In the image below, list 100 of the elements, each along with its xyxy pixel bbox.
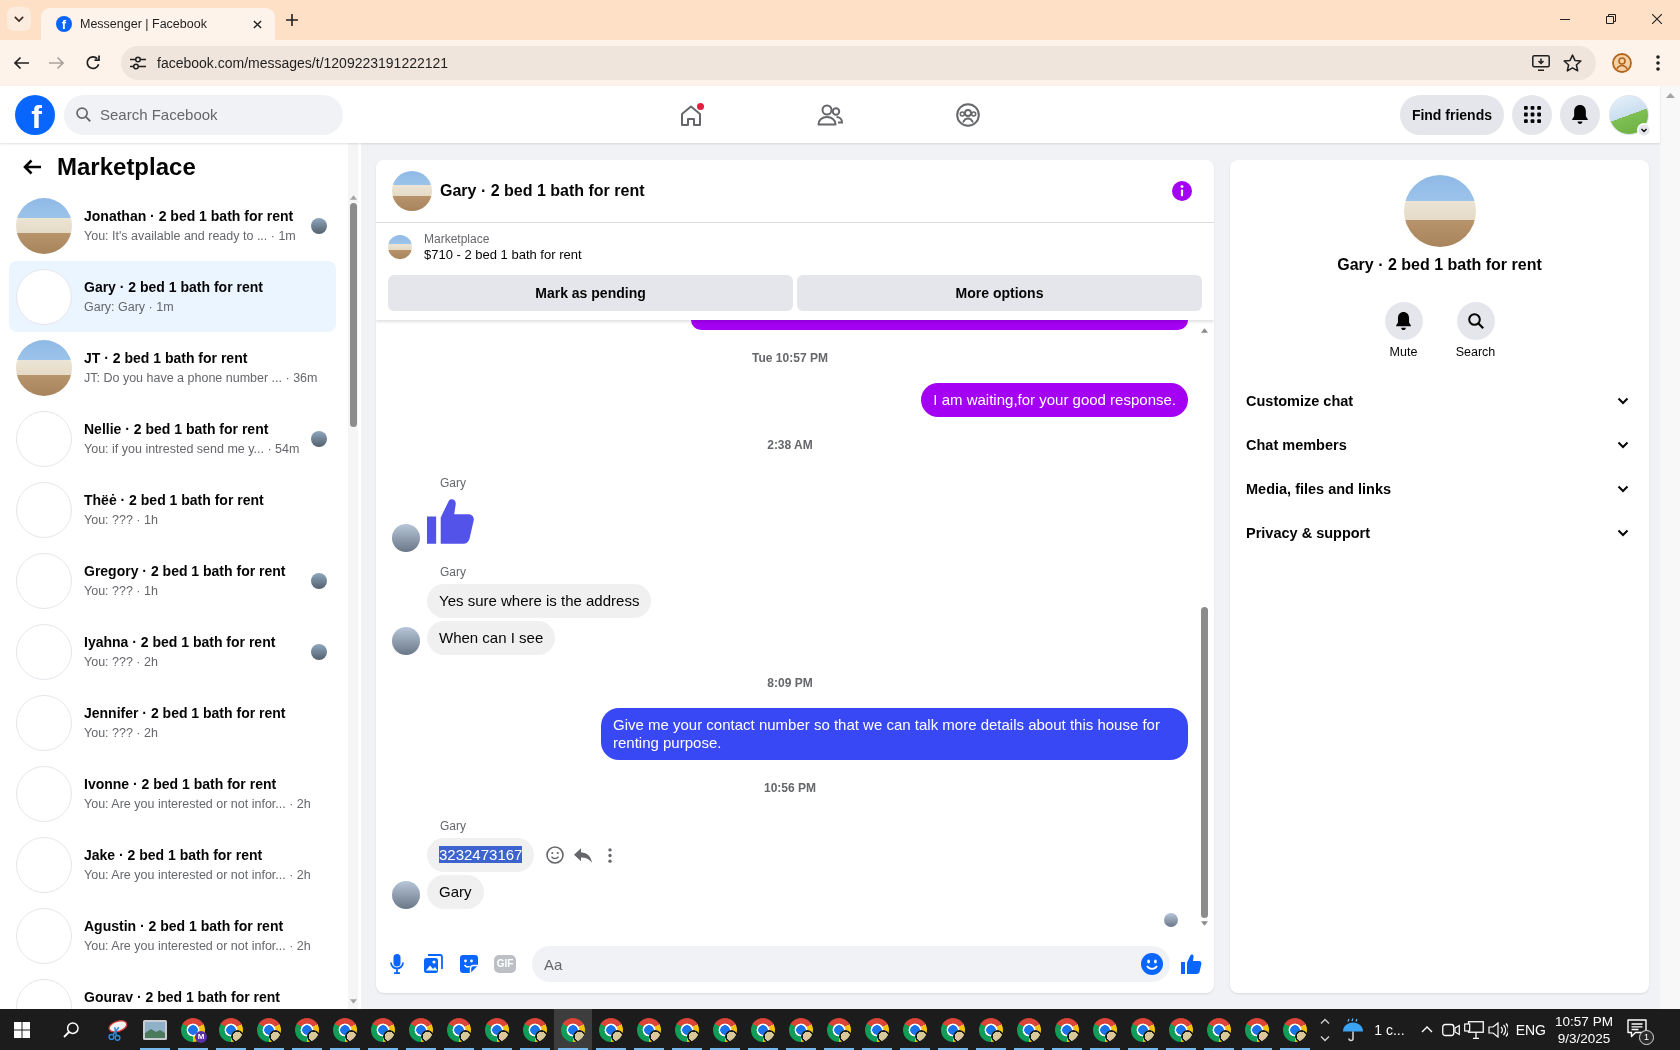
browser-icon [751,1017,775,1042]
conversation-title: Gourav · 2 bed 1 bath for rent [84,988,282,1006]
message-preview: JT: Do you have a phone number ... · 36m [84,370,319,386]
conversation-item[interactable]: Agustin · 2 bed 1 bath for rent You: Are you interested or not infor... · 2h [9,900,336,971]
groups-icon[interactable] [955,102,981,127]
conversation-item[interactable]: Jennifer · 2 bed 1 bath for rent You: ??? · 2h [9,687,336,758]
video-camera-icon[interactable] [1441,1022,1460,1037]
action-button[interactable]: Mark as pending [388,275,793,311]
image-icon[interactable] [423,954,443,974]
close-icon[interactable] [1652,14,1662,24]
timestamp: Tue 10:57 PM [752,350,828,366]
start-icon[interactable] [14,1021,30,1038]
more-icon[interactable] [1656,55,1660,71]
site-info-icon[interactable] [130,56,146,70]
plus-icon[interactable] [286,14,298,26]
tab-search-button[interactable] [7,7,31,31]
incoming-message: 3232473167 [427,838,535,872]
home-icon[interactable] [679,102,705,127]
notification-icon[interactable] [1627,1018,1647,1038]
conversation-item[interactable]: Gary · 2 bed 1 bath for rent Gary: Gary · 1m [9,261,336,332]
sender-avatar [392,881,420,909]
accordion-row[interactable]: Privacy & support [1230,511,1649,555]
browser-icon [295,1017,319,1042]
conversation-title: Thëė · 2 bed 1 bath for rent [84,491,265,509]
browser-icon [1131,1017,1155,1042]
message-preview: You: It's available and ready to ... · 1m [84,228,297,244]
conversation-item[interactable]: Gregory · 2 bed 1 bath for rent You: ??? · 1h [9,545,336,616]
browser-icon [181,1017,205,1042]
action-label: Search [1455,344,1496,360]
conversation-item[interactable]: JT · 2 bed 1 bath for rent JT: Do you have a phone number ... · 36m [9,332,336,403]
restore-icon[interactable] [1606,14,1616,24]
scrollbar-thumb[interactable] [349,203,357,427]
accordion-row[interactable]: Media, files and links [1230,467,1649,511]
accordion-row[interactable]: Customize chat [1230,379,1649,423]
message-preview: You: ??? · 2h [84,654,159,670]
search-button[interactable] [1456,302,1495,340]
scrollbar[interactable] [1660,86,1680,1009]
language-indicator[interactable]: ENG [1515,1021,1546,1038]
sticker-icon[interactable] [459,954,479,974]
clock-time[interactable]: 10:57 PM [1555,1012,1613,1030]
profile-icon[interactable] [1612,53,1632,73]
conversation-item[interactable]: Iyahna · 2 bed 1 bath for rent You: ??? · 2h [9,616,336,687]
weather-text[interactable]: 1 c... [1374,1021,1405,1038]
microphone-icon[interactable] [390,954,404,974]
listing-title: $710 - 2 bed 1 bath for rent [424,247,582,263]
taskbar-app-button[interactable] [554,1009,592,1050]
conversation-item[interactable]: Nellie · 2 bed 1 bath for rent You: if you intrested send me y... · 54m [9,403,336,474]
umbrella-icon[interactable] [1342,1017,1365,1042]
scrollbar-thumb[interactable] [1200,607,1208,918]
sender-avatar [392,627,420,655]
browser-icon [1283,1017,1307,1042]
reply-icon[interactable] [574,847,593,863]
address-bar[interactable]: facebook.com/messages/t/1209223191222121 [121,46,1596,80]
mute-button[interactable] [1384,302,1423,340]
reload-icon[interactable] [85,55,101,71]
conversation-item[interactable]: Jake · 2 bed 1 bath for rent You: Are you interested or not infor... · 2h [9,829,336,900]
back-arrow-icon[interactable] [22,158,41,175]
message-input[interactable]: Aa [532,946,1170,982]
monitor-icon[interactable] [1463,1020,1484,1039]
install-icon[interactable] [1532,55,1550,71]
search-icon[interactable] [63,1021,79,1038]
accordion-row[interactable]: Chat members [1230,423,1649,467]
message-preview: You: if you intrested send me y... · 54m [84,441,301,457]
browser-icon [561,1017,585,1042]
bell-icon [1396,312,1411,330]
chevron-down-icon [14,16,24,22]
info-icon[interactable] [1172,181,1192,201]
action-label: Mute [1389,344,1418,360]
conversation-title: Iyahna · 2 bed 1 bath for rent [84,633,277,651]
close-icon[interactable] [253,19,262,29]
conversation-item[interactable]: Jonathan · 2 bed 1 bath for rent You: It's available and ready to ... · 1m [9,190,336,261]
incoming-message: Gary [427,875,484,909]
speaker-icon[interactable] [1487,1021,1508,1038]
incoming-message: When can I see [427,621,556,655]
timestamp: 8:09 PM [767,675,813,691]
conversation-title: Ivonne · 2 bed 1 bath for rent [84,775,278,793]
action-button[interactable]: More options [797,275,1202,311]
search-field[interactable]: Search Facebook [64,94,343,135]
notifications-button[interactable] [1560,94,1600,135]
browser-icon [827,1017,851,1042]
clock-date[interactable]: 9/3/2025 [1557,1029,1611,1047]
incoming-message: Yes sure where is the address [427,584,652,618]
conversation-item[interactable]: Thëė · 2 bed 1 bath for rent You: ??? · 1h [9,474,336,545]
browser-tab[interactable]: f Messenger | Facebook [41,8,275,40]
emoji-icon[interactable] [1141,953,1163,975]
outgoing-message: Give me your contact number so that we can talk more details about this house for renting purpose. [601,708,1188,760]
timestamp: 10:56 PM [764,780,816,796]
conversation-item[interactable]: Ivonne · 2 bed 1 bath for rent You: Are you interested or not infor... · 2h [9,758,336,829]
chevron-down-icon[interactable] [1637,122,1651,137]
minimize-icon[interactable] [1560,18,1570,20]
friends-icon[interactable] [817,102,843,127]
find-friends-button[interactable]: Find friends [1399,94,1504,135]
menu-button[interactable] [1512,94,1552,135]
site-logo[interactable]: f [15,94,55,135]
star-icon[interactable] [1563,54,1582,72]
emoji-reaction-icon[interactable] [546,846,565,864]
chevron-up-icon[interactable] [1420,1026,1433,1033]
scrollbar[interactable] [348,143,358,1009]
back-arrow-icon[interactable] [13,56,29,70]
thumbs-up-icon[interactable] [1180,954,1202,974]
